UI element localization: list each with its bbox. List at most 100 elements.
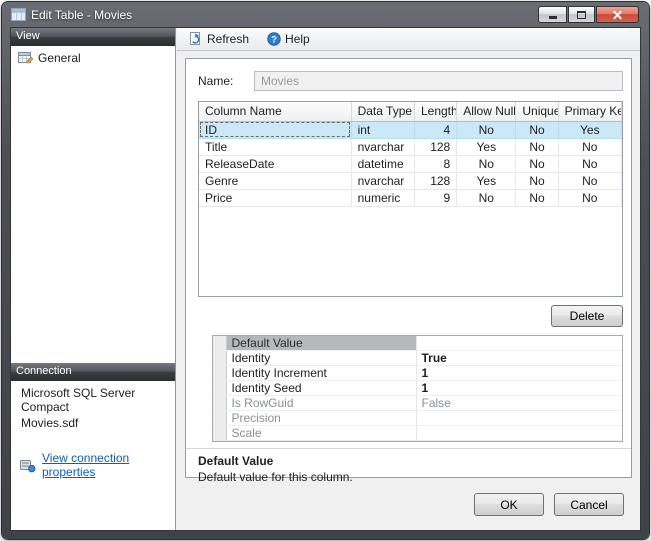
property-label[interactable]: Scale xyxy=(226,426,416,441)
property-row[interactable]: Identity Increment 1 xyxy=(213,366,622,381)
property-value[interactable]: 1 xyxy=(416,366,622,381)
property-row[interactable]: Default Value xyxy=(213,336,622,351)
database-connection-icon xyxy=(19,458,36,473)
cell-allow-nulls[interactable]: No xyxy=(457,121,516,138)
cell-unique[interactable]: No xyxy=(516,138,558,155)
property-row[interactable]: Precision xyxy=(213,411,622,426)
cell-allow-nulls[interactable]: No xyxy=(457,155,516,172)
property-label[interactable]: Precision xyxy=(226,411,416,426)
property-row-header xyxy=(213,336,226,351)
content-area: Name: Column Name D xyxy=(177,51,640,530)
property-value[interactable] xyxy=(416,411,622,426)
cell-unique[interactable]: No xyxy=(516,155,558,172)
window-title: Edit Table - Movies xyxy=(31,8,132,22)
property-row-header xyxy=(213,396,226,411)
connection-properties-link-text: View connection properties xyxy=(42,451,171,479)
view-section-header: View xyxy=(11,28,175,46)
header-column-name[interactable]: Column Name xyxy=(199,102,351,121)
cell-column-name[interactable]: Title xyxy=(199,138,351,155)
property-value[interactable]: 1 xyxy=(416,381,622,396)
close-icon xyxy=(612,9,623,20)
table-name-input[interactable] xyxy=(254,71,623,91)
connection-provider: Microsoft SQL Server Compact xyxy=(21,386,169,414)
cell-unique[interactable]: No xyxy=(516,121,558,138)
toolbar: Refresh ? Help xyxy=(177,28,640,51)
maximize-button[interactable] xyxy=(568,6,595,23)
refresh-icon xyxy=(189,32,203,46)
property-label[interactable]: Default Value xyxy=(226,336,416,351)
property-description-text: Default value for this column. xyxy=(198,470,619,484)
property-value[interactable]: False xyxy=(416,396,622,411)
property-row[interactable]: Scale xyxy=(213,426,622,441)
cell-column-name[interactable]: Price xyxy=(199,189,351,206)
table-row[interactable]: Title nvarchar 128 Yes No No xyxy=(199,138,622,155)
cell-length[interactable]: 8 xyxy=(414,155,456,172)
cell-allow-nulls[interactable]: Yes xyxy=(457,172,516,189)
minimize-button[interactable] xyxy=(538,6,567,23)
sidebar-item-label: General xyxy=(38,51,81,65)
cell-length[interactable]: 128 xyxy=(414,172,456,189)
property-row-header xyxy=(213,366,226,381)
cell-allow-nulls[interactable]: No xyxy=(457,189,516,206)
help-label: Help xyxy=(285,32,310,46)
sidebar-item-general[interactable]: General xyxy=(14,48,172,68)
dialog-footer: OK Cancel xyxy=(474,493,624,516)
cell-primary-key[interactable]: Yes xyxy=(558,121,621,138)
delete-button[interactable]: Delete xyxy=(551,305,623,327)
cell-primary-key[interactable]: No xyxy=(558,172,621,189)
cell-column-name[interactable]: Genre xyxy=(199,172,351,189)
close-button[interactable] xyxy=(596,6,639,23)
name-row: Name: xyxy=(198,71,623,91)
ok-button[interactable]: OK xyxy=(474,493,544,516)
cell-data-type[interactable]: numeric xyxy=(351,189,414,206)
sidebar: View General Connection Microsoft SQL Se… xyxy=(11,28,176,530)
header-length[interactable]: Length xyxy=(414,102,456,121)
cell-length[interactable]: 9 xyxy=(414,189,456,206)
property-row[interactable]: Identity Seed 1 xyxy=(213,381,622,396)
cell-unique[interactable]: No xyxy=(516,189,558,206)
property-row[interactable]: Is RowGuid False xyxy=(213,396,622,411)
property-value[interactable]: True xyxy=(416,351,622,366)
delete-row: Delete xyxy=(186,305,623,327)
property-row-header xyxy=(213,426,226,441)
dialog-body: View General Connection Microsoft SQL Se… xyxy=(10,27,641,531)
minimize-icon xyxy=(549,16,557,19)
titlebar[interactable]: Edit Table - Movies xyxy=(2,2,649,27)
help-icon: ? xyxy=(267,32,281,46)
refresh-label: Refresh xyxy=(207,32,249,46)
header-unique[interactable]: Unique xyxy=(516,102,558,121)
cell-data-type[interactable]: int xyxy=(351,121,414,138)
property-label[interactable]: Identity xyxy=(226,351,416,366)
table-row[interactable]: Genre nvarchar 128 Yes No No xyxy=(199,172,622,189)
cell-unique[interactable]: No xyxy=(516,172,558,189)
property-label[interactable]: Identity Increment xyxy=(226,366,416,381)
cell-primary-key[interactable]: No xyxy=(558,155,621,172)
cancel-button[interactable]: Cancel xyxy=(554,493,624,516)
property-value[interactable] xyxy=(416,336,622,351)
table-row[interactable]: ReleaseDate datetime 8 No No No xyxy=(199,155,622,172)
property-label[interactable]: Identity Seed xyxy=(226,381,416,396)
cell-data-type[interactable]: nvarchar xyxy=(351,172,414,189)
cell-primary-key[interactable]: No xyxy=(558,138,621,155)
cell-length[interactable]: 4 xyxy=(414,121,456,138)
refresh-button[interactable]: Refresh xyxy=(181,29,257,49)
cell-primary-key[interactable]: No xyxy=(558,189,621,206)
header-data-type[interactable]: Data Type xyxy=(351,102,414,121)
property-row-header xyxy=(213,351,226,366)
property-label[interactable]: Is RowGuid xyxy=(226,396,416,411)
help-button[interactable]: ? Help xyxy=(259,29,318,49)
property-row-header xyxy=(213,381,226,396)
cell-allow-nulls[interactable]: Yes xyxy=(457,138,516,155)
cell-data-type[interactable]: datetime xyxy=(351,155,414,172)
header-primary-key[interactable]: Primary Key xyxy=(558,102,621,121)
cell-column-name[interactable]: ReleaseDate xyxy=(199,155,351,172)
table-row[interactable]: ID int 4 No No Yes xyxy=(199,121,622,138)
cell-column-name[interactable]: ID xyxy=(199,121,351,138)
connection-properties-link[interactable]: View connection properties xyxy=(19,451,171,479)
property-row[interactable]: Identity True xyxy=(213,351,622,366)
cell-length[interactable]: 128 xyxy=(414,138,456,155)
cell-data-type[interactable]: nvarchar xyxy=(351,138,414,155)
header-allow-nulls[interactable]: Allow Nulls xyxy=(457,102,516,121)
property-value[interactable] xyxy=(416,426,622,441)
table-row[interactable]: Price numeric 9 No No No xyxy=(199,189,622,206)
